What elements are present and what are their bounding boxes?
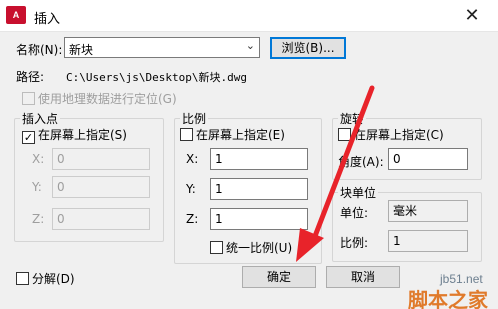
red-arrow-annotation — [296, 85, 375, 262]
arrow-shaft — [309, 85, 375, 247]
arrow-head-icon — [296, 228, 324, 262]
